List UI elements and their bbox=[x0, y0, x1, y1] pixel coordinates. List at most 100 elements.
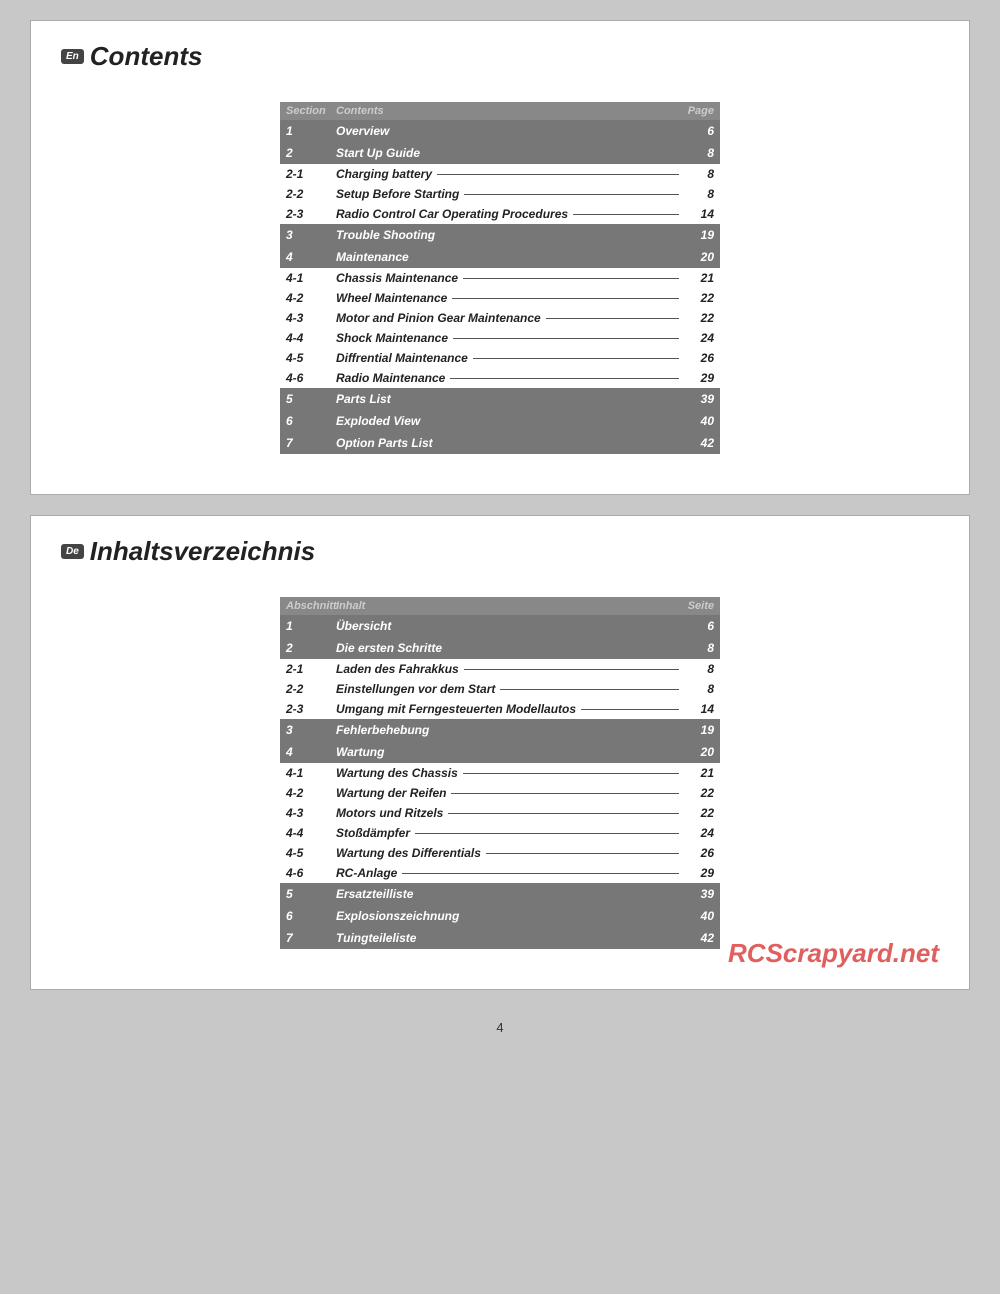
toc-row: 4-4 Shock Maintenance 24 bbox=[280, 328, 720, 348]
english-contents-section: En Contents Section Contents Page 1 Over… bbox=[30, 20, 970, 495]
toc-page-number: 8 bbox=[684, 641, 714, 655]
toc-row: 2-2 Setup Before Starting 8 bbox=[280, 184, 720, 204]
toc-section-number: 5 bbox=[286, 392, 336, 406]
toc-section-number: 1 bbox=[286, 124, 336, 138]
line-filler bbox=[415, 833, 679, 834]
toc-content-text: RC-Anlage bbox=[336, 866, 684, 880]
toc-row: 2-1 Charging battery 8 bbox=[280, 164, 720, 184]
line-filler bbox=[463, 773, 679, 774]
toc-content-text: Ersatzteilliste bbox=[336, 887, 684, 901]
toc-content-text: Overview bbox=[336, 124, 684, 138]
toc-section-number: 4-4 bbox=[286, 826, 336, 840]
toc-page-number: 42 bbox=[684, 931, 714, 945]
toc-row: 2-3 Radio Control Car Operating Procedur… bbox=[280, 204, 720, 224]
content-label: Motor and Pinion Gear Maintenance bbox=[336, 311, 541, 325]
line-filler bbox=[473, 358, 679, 359]
toc-page-number: 26 bbox=[684, 351, 714, 365]
toc-row: 2-3 Umgang mit Ferngesteuerten Modellaut… bbox=[280, 699, 720, 719]
line-filler bbox=[450, 378, 679, 379]
line-filler bbox=[452, 298, 679, 299]
toc-page-number: 40 bbox=[684, 414, 714, 428]
content-label: Wartung bbox=[336, 745, 384, 759]
toc-content-text: Exploded View bbox=[336, 414, 684, 428]
toc-row: 4-4 Stoßdämpfer 24 bbox=[280, 823, 720, 843]
toc-content-text: Radio Maintenance bbox=[336, 371, 684, 385]
toc-content-text: Shock Maintenance bbox=[336, 331, 684, 345]
toc-page-number: 29 bbox=[684, 866, 714, 880]
toc-page-number: 8 bbox=[684, 167, 714, 181]
toc-content-text: Charging battery bbox=[336, 167, 684, 181]
content-label: Diffrential Maintenance bbox=[336, 351, 468, 365]
toc-content-text: Laden des Fahrakkus bbox=[336, 662, 684, 676]
toc-section-number: 2 bbox=[286, 146, 336, 160]
toc-section-number: 2-3 bbox=[286, 702, 336, 716]
content-label: Overview bbox=[336, 124, 389, 138]
col-section-label: Abschnitt bbox=[286, 600, 336, 612]
toc-row: 7 Tuingteileliste 42 bbox=[280, 927, 720, 949]
toc-content-text: Motor and Pinion Gear Maintenance bbox=[336, 311, 684, 325]
line-filler bbox=[573, 214, 679, 215]
col-content-label: Contents bbox=[336, 105, 684, 117]
toc-row: 5 Ersatzteilliste 39 bbox=[280, 883, 720, 905]
line-filler bbox=[581, 709, 679, 710]
toc-section-number: 4 bbox=[286, 745, 336, 759]
toc-section-number: 2 bbox=[286, 641, 336, 655]
toc-page-number: 8 bbox=[684, 146, 714, 160]
toc-content-text: Fehlerbehebung bbox=[336, 723, 684, 737]
toc-section-number: 3 bbox=[286, 228, 336, 242]
toc-section-number: 3 bbox=[286, 723, 336, 737]
content-label: Setup Before Starting bbox=[336, 187, 459, 201]
toc-section-number: 4-5 bbox=[286, 846, 336, 860]
content-label: Die ersten Schritte bbox=[336, 641, 442, 655]
content-label: Wartung der Reifen bbox=[336, 786, 446, 800]
toc-row: 5 Parts List 39 bbox=[280, 388, 720, 410]
toc-section-number: 2-1 bbox=[286, 662, 336, 676]
toc-row: 3 Fehlerbehebung 19 bbox=[280, 719, 720, 741]
toc-content-text: Wartung des Chassis bbox=[336, 766, 684, 780]
content-label: Parts List bbox=[336, 392, 391, 406]
line-filler bbox=[486, 853, 679, 854]
toc-content-text: Start Up Guide bbox=[336, 146, 684, 160]
toc-content-text: Stoßdämpfer bbox=[336, 826, 684, 840]
toc-section-number: 6 bbox=[286, 909, 336, 923]
toc-row: 4-3 Motors und Ritzels 22 bbox=[280, 803, 720, 823]
toc-row: 4-3 Motor and Pinion Gear Maintenance 22 bbox=[280, 308, 720, 328]
toc-content-text: Chassis Maintenance bbox=[336, 271, 684, 285]
content-label: Wartung des Chassis bbox=[336, 766, 458, 780]
toc-content-text: Umgang mit Ferngesteuerten Modellautos bbox=[336, 702, 684, 716]
line-filler bbox=[500, 689, 679, 690]
content-label: Übersicht bbox=[336, 619, 391, 633]
content-label: Option Parts List bbox=[336, 436, 433, 450]
toc-section-number: 2-3 bbox=[286, 207, 336, 221]
toc-row: 4 Maintenance 20 bbox=[280, 246, 720, 268]
line-filler bbox=[402, 873, 679, 874]
content-label: Shock Maintenance bbox=[336, 331, 448, 345]
toc-page-number: 22 bbox=[684, 291, 714, 305]
toc-section-number: 4-4 bbox=[286, 331, 336, 345]
toc-content-text: Wheel Maintenance bbox=[336, 291, 684, 305]
content-label: Charging battery bbox=[336, 167, 432, 181]
toc-section-number: 4 bbox=[286, 250, 336, 264]
toc-section-number: 4-3 bbox=[286, 311, 336, 325]
toc-row: 4 Wartung 20 bbox=[280, 741, 720, 763]
toc-page-number: 20 bbox=[684, 250, 714, 264]
line-filler bbox=[453, 338, 679, 339]
toc-row: 6 Explosionszeichnung 40 bbox=[280, 905, 720, 927]
toc-content-text: Übersicht bbox=[336, 619, 684, 633]
toc-page-number: 26 bbox=[684, 846, 714, 860]
content-label: Ersatzteilliste bbox=[336, 887, 413, 901]
line-filler bbox=[448, 813, 679, 814]
toc-page-number: 14 bbox=[684, 207, 714, 221]
content-label: Wheel Maintenance bbox=[336, 291, 447, 305]
line-filler bbox=[546, 318, 679, 319]
toc-page-number: 39 bbox=[684, 887, 714, 901]
content-label: Motors und Ritzels bbox=[336, 806, 443, 820]
toc-page-number: 6 bbox=[684, 619, 714, 633]
content-label: Radio Maintenance bbox=[336, 371, 445, 385]
toc-row: 1 Overview 6 bbox=[280, 120, 720, 142]
toc-content-text: Die ersten Schritte bbox=[336, 641, 684, 655]
english-header: En Contents bbox=[61, 41, 939, 72]
toc-page-number: 19 bbox=[684, 723, 714, 737]
col-section-label: Section bbox=[286, 105, 336, 117]
toc-row: 7 Option Parts List 42 bbox=[280, 432, 720, 454]
